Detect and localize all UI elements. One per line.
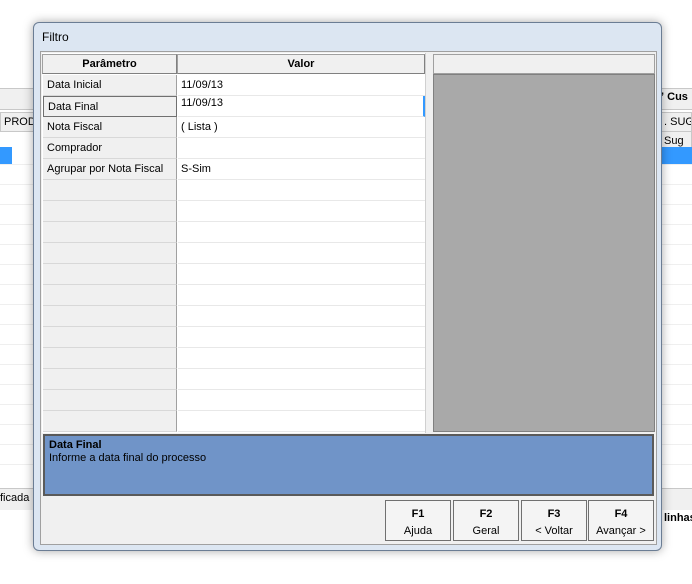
param-cell: Data Inicial [43,75,177,96]
param-cell [43,222,177,243]
value-cell[interactable] [178,390,425,411]
help-button-key: F1 [411,508,425,520]
side-panel [433,74,655,432]
background-selected-row-right[interactable] [660,147,692,164]
dialog-body: Parâmetro Valor Data Inicial 11/09/13 Da… [40,51,657,545]
background-col-prod[interactable]: PROD [0,112,34,132]
parameter-grid: Parâmetro Valor Data Inicial 11/09/13 Da… [42,53,425,433]
column-header-value[interactable]: Valor [177,54,425,74]
grid-row[interactable]: Data Inicial 11/09/13 [42,75,425,96]
next-button-label: Avançar > [596,525,646,537]
value-input[interactable]: 11/09/13 [178,96,425,117]
value-cell[interactable] [178,222,425,243]
value-cell[interactable] [178,180,425,201]
value-cell[interactable] [178,411,425,432]
grid-row-empty[interactable] [42,285,425,306]
param-cell [43,348,177,369]
grid-row-empty[interactable] [42,264,425,285]
next-button[interactable]: F4 Avançar > [588,500,654,541]
value-cell[interactable] [178,264,425,285]
value-cell[interactable]: ( Lista ) [178,117,425,138]
param-cell [43,369,177,390]
background-status-right: linhas [664,512,692,524]
next-button-key: F4 [614,508,628,520]
general-button-key: F2 [479,508,493,520]
value-cell[interactable] [178,306,425,327]
side-panel-header [433,54,655,74]
grid-row-empty[interactable] [42,369,425,390]
param-cell: Comprador [43,138,177,159]
column-header-param[interactable]: Parâmetro [42,54,177,74]
param-cell: Data Final [43,96,177,117]
value-cell[interactable] [178,369,425,390]
grid-row-empty[interactable] [42,348,425,369]
param-cell [43,285,177,306]
grid-row-empty[interactable] [42,222,425,243]
grid-row[interactable]: Comprador [42,138,425,159]
param-cell [43,327,177,348]
dialog-title: Filtro [42,30,69,44]
param-cell [43,306,177,327]
value-cell[interactable] [178,243,425,264]
param-cell [43,390,177,411]
help-button-label: Ajuda [403,525,433,537]
help-button[interactable]: F1 Ajuda [385,500,451,541]
param-cell: Agrupar por Nota Fiscal [43,159,177,180]
param-cell [43,264,177,285]
param-cell: Nota Fiscal [43,117,177,138]
background-selected-row-left[interactable] [0,147,12,164]
background-status-left: ficada [0,492,30,504]
grid-row-empty[interactable] [42,306,425,327]
grid-row-empty[interactable] [42,327,425,348]
value-cell[interactable] [178,348,425,369]
grid-row-empty[interactable] [42,411,425,432]
general-button[interactable]: F2 Geral [453,500,519,541]
grid-row-selected[interactable]: Data Final 11/09/13 [42,96,425,117]
general-button-label: Geral [472,525,500,537]
background-header-right: ’ Cus [661,91,688,103]
back-button-key: F3 [547,508,561,520]
param-cell [43,180,177,201]
help-title: Data Final [49,439,102,451]
param-cell [43,201,177,222]
value-cell[interactable] [178,201,425,222]
value-cell[interactable] [178,138,425,159]
grid-row-empty[interactable] [42,201,425,222]
splitter[interactable] [425,53,433,433]
value-cell[interactable]: 11/09/13 [178,75,425,96]
value-cell[interactable] [178,285,425,306]
background-col-sug-top[interactable]: . SUG [660,112,692,132]
filter-dialog: Filtro Parâmetro Valor Data Inicial 11/0… [33,22,662,551]
back-button-label: < Voltar [535,525,573,537]
grid-row-empty[interactable] [42,390,425,411]
value-cell[interactable] [178,327,425,348]
param-cell [43,243,177,264]
grid-row-empty[interactable] [42,180,425,201]
grid-row[interactable]: Agrupar por Nota Fiscal S-Sim [42,159,425,180]
value-cell[interactable]: S-Sim [178,159,425,180]
grid-row[interactable]: Nota Fiscal ( Lista ) [42,117,425,138]
help-text: Informe a data final do processo [49,452,207,464]
back-button[interactable]: F3 < Voltar [521,500,587,541]
grid-row-empty[interactable] [42,243,425,264]
help-panel: Data Final Informe a data final do proce… [43,434,654,496]
param-cell [43,411,177,432]
